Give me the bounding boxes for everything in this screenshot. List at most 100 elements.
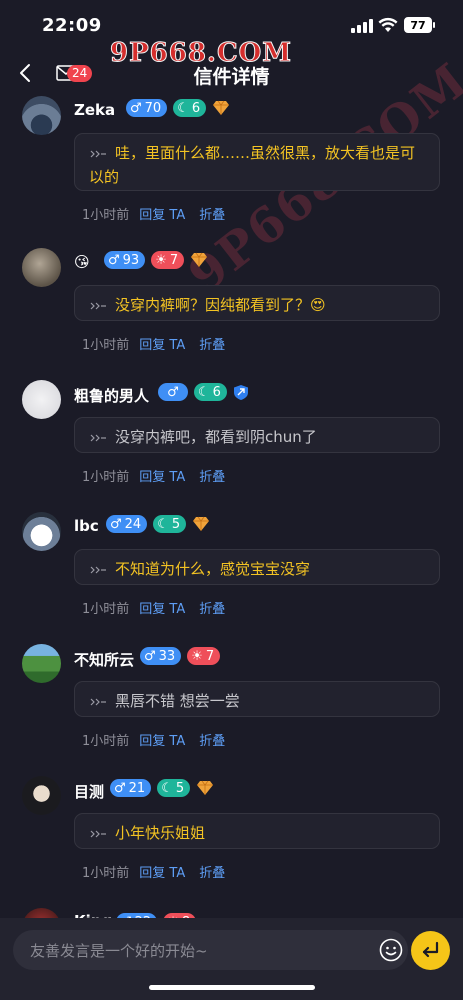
username[interactable]: 目测 [74,781,104,802]
username[interactable]: lbc [74,517,99,535]
comment-text: 不知道为什么，感觉宝宝没穿 [115,560,311,578]
comment-bubble: 哇，里面什么都……虽然很黑，放大看也是可以的 [74,133,440,191]
male-level-badge: ♂ 93 [104,251,146,269]
comment-text: 黑唇不错 想尝一尝 [115,692,240,710]
comment-input-bar: 友善发言是一个好的开始~ [0,918,463,1000]
male-level-value: 33 [158,648,176,664]
fold-button[interactable]: 折叠 [199,204,225,223]
quote-icon [90,566,106,573]
moon-level-badge: ☾ 6 [194,383,227,401]
comment-bubble: 没穿内裤啊？因纯都看到了？😍 [74,285,440,321]
username[interactable]: Zeka [74,101,115,119]
avatar[interactable] [22,644,61,683]
shield-icon [233,384,248,400]
comment-meta: 1小时前 回复 TA 折叠 [82,598,225,617]
comment-item: 😘 ♂ 93 ☀ 7 没穿内裤啊？因纯都看到了？😍 1小时前 回复 TA 折叠 [0,248,463,380]
comment-meta: 1小时前 回复 TA 折叠 [82,204,225,223]
reply-button[interactable]: 回复 TA [139,204,185,223]
quote-icon [90,150,106,157]
comment-time: 1小时前 [82,866,130,881]
fold-button[interactable]: 折叠 [199,466,225,485]
reply-button[interactable]: 回复 TA [139,334,185,353]
quote-icon [90,434,106,441]
send-button[interactable] [411,931,450,970]
sun-level-value: 7 [169,252,179,268]
comment-time: 1小时前 [82,208,130,223]
battery-icon: 77 [404,17,435,33]
diamond-icon [213,100,230,115]
diamond-icon [193,516,210,531]
comment-time: 1小时前 [82,734,130,749]
comment-item: lbc ♂ 24 ☾ 5 不知道为什么，感觉宝宝没穿 1小时前 回复 TA 折叠 [0,512,463,644]
home-indicator [149,985,315,990]
comment-bubble: 黑唇不错 想尝一尝 [74,681,440,717]
male-level-badge: ♂ 33 [140,647,182,665]
sun-level-value: 7 [205,648,215,664]
comment-bubble: 没穿内裤吧，都看到阴chun了 [74,417,440,453]
male-level-badge: ♂ 24 [106,515,148,533]
male-badge: ♂ [158,383,188,401]
fold-button[interactable]: 折叠 [199,334,225,353]
moon-level-value: 5 [175,780,185,796]
battery-level: 77 [410,18,426,32]
fold-button[interactable]: 折叠 [199,862,225,881]
moon-level-badge: ☾ 5 [157,779,191,797]
reply-button[interactable]: 回复 TA [139,466,185,485]
comment-input-placeholder: 友善发言是一个好的开始~ [30,942,208,960]
wifi-icon [378,17,398,32]
avatar[interactable] [22,96,61,135]
reply-button[interactable]: 回复 TA [139,730,185,749]
diamond-icon [191,252,208,267]
comment-time: 1小时前 [82,338,130,353]
comment-meta: 1小时前 回复 TA 折叠 [82,862,225,881]
username[interactable]: 😘 [74,253,90,271]
moon-level-value: 6 [191,100,201,116]
comment-meta: 1小时前 回复 TA 折叠 [82,334,225,353]
avatar[interactable] [22,776,61,815]
comment-time: 1小时前 [82,602,130,617]
moon-level-value: 6 [212,384,221,400]
comment-text: 没穿内裤吧，都看到阴chun了 [115,428,317,446]
status-time: 22:09 [42,15,102,36]
male-level-badge: ♂ 21 [110,779,152,797]
letter-detail-page: 22:09 77 9P668.COM 9P668.COM 24 信件详情 Zek… [0,0,463,1000]
moon-level-value: 5 [171,516,181,532]
enter-icon [422,941,439,958]
username[interactable]: 不知所云 [74,649,134,670]
male-level-value: 70 [144,100,162,116]
comment-input[interactable]: 友善发言是一个好的开始~ [13,930,408,970]
comment-text: 哇，里面什么都……虽然很黑，放大看也是可以的 [89,144,416,186]
comment-item: 目测 ♂ 21 ☾ 5 小年快乐姐姐 1小时前 回复 TA 折叠 [0,776,463,908]
comment-item: Zeka ♂ 70 ☾ 6 哇，里面什么都……虽然很黑，放大看也是可以的 1小时前 … [0,96,463,228]
comment-text: 小年快乐姐姐 [115,824,206,842]
comment-item: 粗鲁的男人 ♂ ☾ 6 没穿内裤吧，都看到阴chun了 1小时前 回复 TA 折叠 [0,380,463,512]
quote-icon [90,698,106,705]
avatar[interactable] [22,380,61,419]
reply-button[interactable]: 回复 TA [139,862,185,881]
avatar[interactable] [22,512,61,551]
male-level-value: 21 [128,780,146,796]
quote-icon [90,302,106,309]
username[interactable]: 粗鲁的男人 [74,385,149,406]
male-level-value: 93 [122,252,140,268]
reply-button[interactable]: 回复 TA [139,598,185,617]
comment-text: 没穿内裤啊？因纯都看到了？😍 [115,296,326,314]
quote-icon [90,830,106,837]
page-title: 信件详情 [193,66,270,88]
signal-icon [351,19,373,33]
moon-level-badge: ☾ 5 [153,515,187,533]
fold-button[interactable]: 折叠 [199,598,225,617]
male-level-badge: ♂ 70 [126,99,168,117]
male-level-value: 24 [124,516,142,532]
comment-time: 1小时前 [82,470,130,485]
comment-bubble: 不知道为什么，感觉宝宝没穿 [74,549,440,585]
comment-meta: 1小时前 回复 TA 折叠 [82,730,225,749]
fold-button[interactable]: 折叠 [199,730,225,749]
sun-level-badge: ☀ 7 [187,647,221,665]
emoji-icon[interactable] [379,938,403,962]
nav-bar: 24 信件详情 [0,52,463,96]
avatar[interactable] [22,248,61,287]
comment-item: 不知所云 ♂ 33 ☀ 7 黑唇不错 想尝一尝 1小时前 回复 TA 折叠 [0,644,463,776]
moon-level-badge: ☾ 6 [173,99,207,117]
sun-level-badge: ☀ 7 [151,251,185,269]
